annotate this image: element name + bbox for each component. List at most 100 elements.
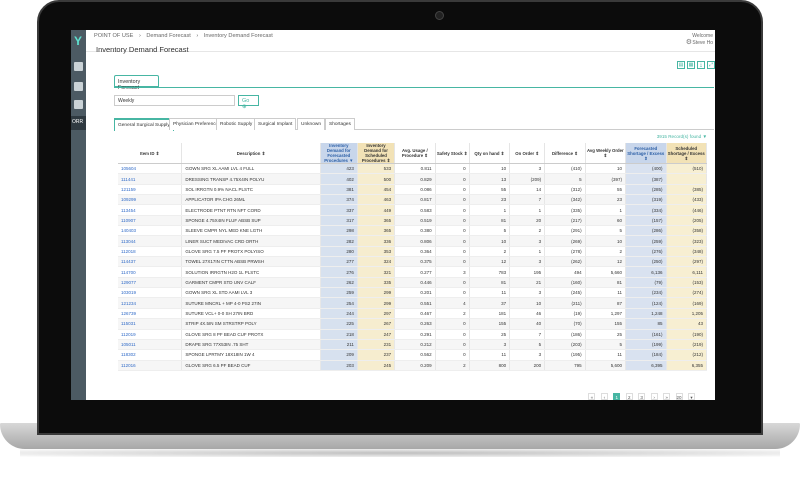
table-row[interactable]: 126739 SUTURE VCL+ 0-0 SH 27IN BRD 244 297 0… [118, 308, 707, 320]
column-header-scheduled-shortage[interactable]: Scheduled Shortage / Excess ⇕ [666, 143, 707, 164]
table-row[interactable]: 113454 ELECTRODE PTNT RTN NFT CORD 337 449 0… [118, 204, 707, 216]
cell-item-id[interactable]: 113454 [118, 204, 183, 216]
filter-icon[interactable]: ▼ [702, 134, 707, 139]
cell-item-id[interactable]: 115031 [118, 318, 183, 330]
table-row[interactable]: 121159 SOL IRRGTN 0.9% NACL PLSTC 381 454 0.… [118, 184, 707, 196]
tab-surgical-implant[interactable]: Surgical Implant [254, 118, 297, 130]
table-row[interactable]: 103019 GOWN SRG XL STD AAMI LVL 3 259 299 0.… [118, 287, 707, 299]
tab-physician-preference[interactable]: Physician Preference [169, 118, 223, 130]
column-header-forecasted-demand[interactable]: Inventory Demand for Forecasted Procedur… [320, 143, 358, 164]
column-header-avg-weekly-order[interactable]: Avg Weekly Order ⇕ [585, 143, 627, 164]
column-header-qty-on-hand[interactable]: Qty on hand ⇕ [469, 143, 511, 164]
cell-qty-on-hand: 783 [469, 266, 511, 278]
page-3-button[interactable]: 3 [638, 393, 646, 400]
cell-description: GLOVE SRG 8 PF BEAD CUF PROTX [181, 329, 321, 340]
expand-button[interactable]: ⤢ [707, 61, 715, 69]
tab-unknown[interactable]: Unknown [297, 118, 325, 130]
page-2-button[interactable]: 2 [625, 393, 633, 400]
breadcrumb-item-demand-forecast[interactable]: Demand Forecast [146, 33, 190, 39]
cell-item-id[interactable]: 105011 [118, 339, 183, 351]
go-button[interactable]: Go ⊕ [238, 95, 259, 110]
column-header-on-order[interactable]: On Order ⇕ [509, 143, 546, 164]
cell-item-id[interactable]: 110907 [118, 215, 183, 227]
table-row[interactable]: 140403 SLEEVE CMPR NYL MED KNE LGTH 298 365… [118, 225, 707, 237]
tab-shortages[interactable]: Shortages [325, 118, 355, 130]
cell-item-id[interactable]: 112018 [118, 246, 183, 258]
user-greeting[interactable]: Welcome Steve Ho [692, 33, 713, 47]
first-page-button[interactable]: « [588, 393, 596, 400]
next-page-button[interactable]: › [650, 393, 658, 400]
cell-item-id[interactable]: 118302 [118, 349, 183, 361]
column-header-description[interactable]: Description ⇕ [181, 143, 321, 164]
cell-item-id[interactable]: 112019 [118, 329, 183, 340]
cell-avg-usage: 0.562 [394, 349, 436, 361]
table-row[interactable]: 109299 APPLICATOR IPA CHG 26ML 374 463 0.817… [118, 194, 707, 206]
cell-item-id[interactable]: 126739 [118, 308, 183, 320]
cell-item-id[interactable]: 111441 [118, 173, 183, 185]
cell-scheduled-shortage: (323) [666, 235, 707, 247]
column-header-difference[interactable]: Difference ⇕ [544, 143, 586, 164]
cell-item-id[interactable]: 121234 [118, 297, 183, 309]
table-row[interactable]: 112016 GLOVE SRG 6.5 PF BEAD CUF 203 245 0.2… [118, 360, 707, 371]
cell-forecasted-shortage: 85 [625, 318, 667, 330]
table-row[interactable]: 110907 SPONGE 4.75X4IN FLUF ABSB SUP 317 36… [118, 215, 707, 227]
cell-item-id[interactable]: 112016 [118, 360, 183, 371]
table-row[interactable]: 111441 DRESSING TRANSP 4.75X4IN POLYU 402 5… [118, 173, 707, 185]
table-row[interactable]: 105011 DRAPE SRG 77X53IN .75 SHT 211 231 0.2… [118, 339, 707, 351]
cell-item-id[interactable]: 103019 [118, 287, 183, 299]
page-1-button[interactable]: 1 [613, 393, 621, 400]
table-row[interactable]: 112019 GLOVE SRG 8 PF BEAD CUF PROTX 218 24… [118, 329, 707, 340]
cell-item-id[interactable]: 113044 [118, 235, 183, 247]
user-icon[interactable] [74, 62, 83, 71]
page-size-select[interactable]: 20 [675, 393, 683, 400]
table-row[interactable]: 115031 STRIP 4X.5IN SM STRSTRP POLY 225 267… [118, 318, 707, 330]
cell-forecasted-demand: 381 [320, 184, 358, 196]
cell-difference: (195) [544, 349, 586, 361]
category-tabs: General Surgical Supply Physician Prefer… [114, 118, 714, 131]
period-select[interactable]: Weekly [114, 95, 235, 106]
gear-icon[interactable]: ⚙ [686, 38, 692, 46]
tab-general-surgical-supply[interactable]: General Surgical Supply [114, 118, 174, 131]
cell-forecasted-demand: 276 [320, 266, 358, 278]
table-row[interactable]: 114437 TOWEL 27X17IN CTTN ABSB PRWSH 277 32… [118, 256, 707, 268]
column-header-safety-stock[interactable]: Safety Stock ⇕ [435, 143, 470, 164]
cell-difference: (217) [544, 215, 586, 227]
breadcrumb-item-point-of-use[interactable]: POINT OF USE [94, 33, 133, 39]
cell-forecasted-demand: 337 [320, 204, 358, 216]
cell-item-id[interactable]: 129077 [118, 277, 183, 289]
download-button[interactable]: ⤓ [697, 61, 705, 69]
table-row[interactable]: 121234 SUTURE MNCRL + MP 4-0 PS2 27IN 254 2… [118, 297, 707, 309]
cell-forecasted-demand: 423 [320, 163, 358, 175]
cell-on-order: 46 [509, 308, 546, 320]
cell-item-id[interactable]: 109299 [118, 194, 183, 206]
prev-page-button[interactable]: ‹ [600, 393, 608, 400]
table-row[interactable]: 118302 SPONGE LPRTMY 18X18IN 1W 4 209 237 0.… [118, 349, 707, 361]
cell-scheduled-demand: 365 [357, 225, 396, 237]
table-row[interactable]: 129077 GARMENT CMPR STD UNV CALF 262 335 0.4… [118, 277, 707, 289]
cell-item-id[interactable]: 105604 [118, 163, 183, 175]
column-header-forecasted-shortage[interactable]: Forecasted Shortage / Excess ⇕ [625, 143, 667, 164]
column-header-item-id[interactable]: Item ID ⇕ [118, 143, 183, 164]
view-grid-button[interactable]: ▦ [687, 61, 695, 69]
cell-scheduled-shortage: 1,205 [666, 308, 707, 320]
cell-forecasted-shortage: 1,248 [625, 308, 667, 320]
cell-item-id[interactable]: 121159 [118, 184, 183, 196]
cell-qty-on-hand: 81 [469, 277, 511, 289]
last-page-button[interactable]: » [663, 393, 671, 400]
view-list-button[interactable]: ▤ [677, 61, 685, 69]
chevron-down-icon[interactable]: ▾ [688, 393, 695, 400]
table-row[interactable]: 112018 GLOVE SRG 7.5 PF PROTX POLYISO 280 3… [118, 246, 707, 258]
cell-item-id[interactable]: 114437 [118, 256, 183, 268]
cell-item-id[interactable]: 114700 [118, 266, 183, 278]
column-header-avg-usage[interactable]: Avg. Usage / Procedure ⇕ [394, 143, 436, 164]
table-row[interactable]: 114700 SOLUTION IRRGTN H2O 1L PLSTC 276 321… [118, 266, 707, 278]
tab-robotic-supply[interactable]: Robotic Supply [216, 118, 257, 130]
app-screen: Y ORR POINT OF USE › Demand Forecast › I… [71, 30, 715, 400]
cell-scheduled-demand: 297 [357, 308, 396, 320]
truck-icon[interactable] [74, 100, 83, 109]
cell-item-id[interactable]: 140403 [118, 225, 183, 237]
column-header-scheduled-demand[interactable]: Inventory Demand for Scheduled Procedure… [357, 143, 396, 164]
building-icon[interactable] [74, 82, 83, 91]
table-row[interactable]: 105604 GOWN SRG XL AAMI LVL 4 FULL 423 533 0… [118, 163, 707, 175]
table-row[interactable]: 113044 LINER SUCT MEDIVAC CRD ORTH 282 336 0… [118, 235, 707, 247]
